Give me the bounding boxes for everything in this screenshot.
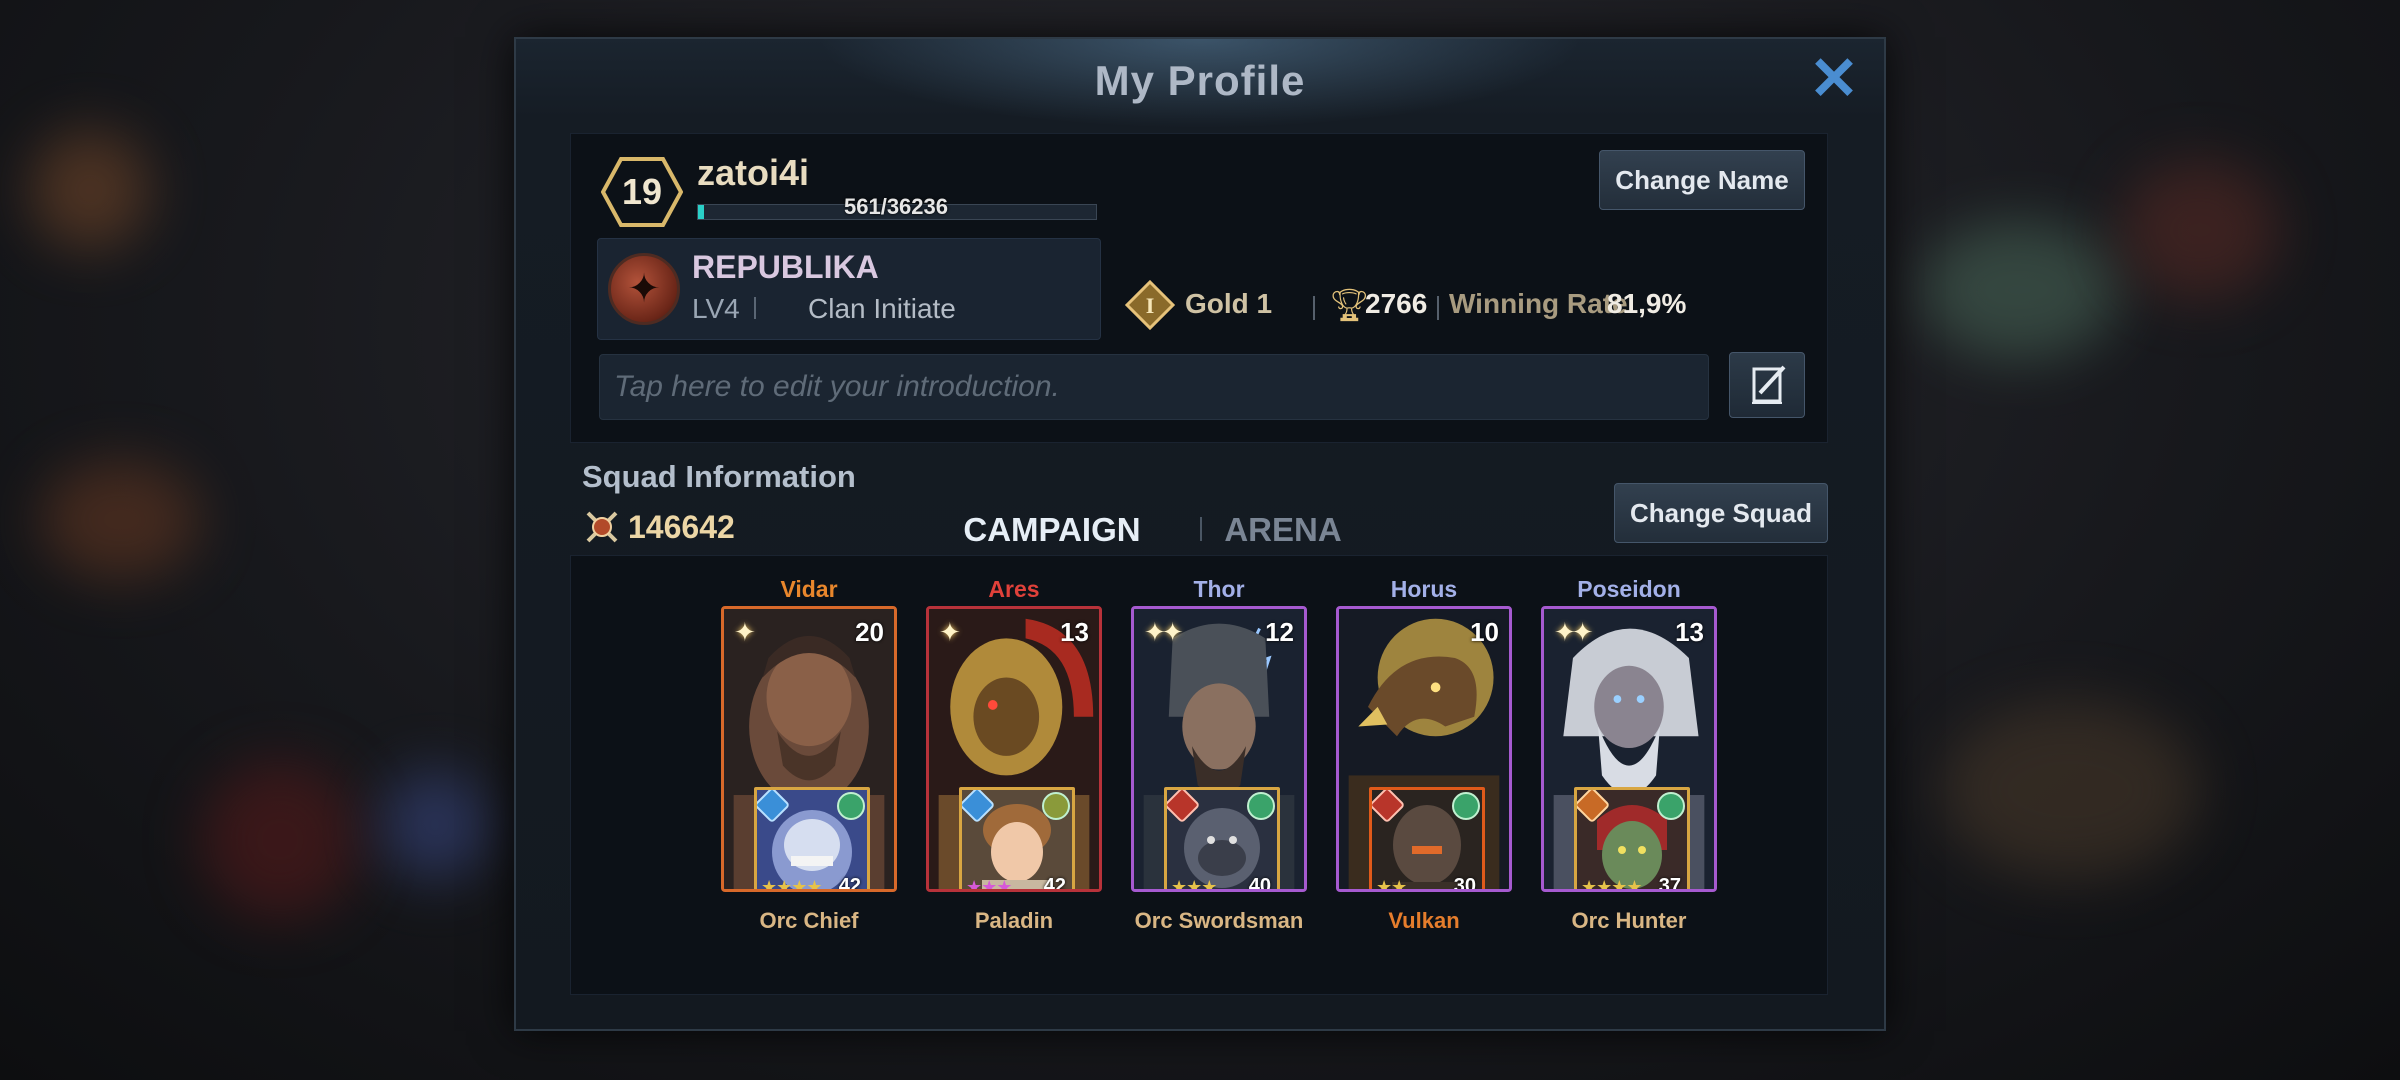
change-squad-button[interactable]: Change Squad <box>1614 483 1828 543</box>
hero-slot: Poseidon ✦✦ 13 ★★★★ 37 Orc Hunter <box>1541 576 1717 986</box>
unit-level: 40 <box>1248 875 1271 892</box>
winning-rate-label: Winning Rate <box>1449 288 1628 319</box>
hero-stars: ✦✦ <box>1554 617 1594 647</box>
clan-level: LV4 <box>692 293 740 324</box>
hero-level: 20 <box>855 617 884 647</box>
player-name: zatoi4i <box>697 152 810 193</box>
hero-card[interactable]: ✦ 20 ★★★★ 42 <box>721 606 897 892</box>
divider <box>1200 517 1202 541</box>
unit-element-icon <box>1452 792 1480 820</box>
hero-slot: Horus 10 ★★ 30 Vulkan <box>1336 576 1512 986</box>
unit-stars: ★★★★ <box>761 877 823 892</box>
bg-blur-spot <box>2120 160 2280 300</box>
unit-stars: ★★★ <box>1171 877 1217 892</box>
unit-stars: ★★★★ <box>1581 877 1643 892</box>
unit-portrait[interactable]: ★★★ 40 <box>1164 787 1280 892</box>
hero-card[interactable]: ✦✦ 12 ★★★ 40 <box>1131 606 1307 892</box>
hero-stars: ✦ <box>734 617 756 647</box>
unit-name: Paladin <box>974 908 1054 933</box>
hero-slot: Ares ✦ 13 ★★★ 42 Paladin <box>926 576 1102 986</box>
unit-element-icon <box>1042 792 1070 820</box>
edit-introduction-button[interactable] <box>1729 352 1805 418</box>
player-level-badge: 19 <box>601 156 683 228</box>
unit-stars: ★★★ <box>966 877 1012 892</box>
unit-name: Orc Swordsman <box>1134 908 1304 933</box>
hero-name: Poseidon <box>1577 576 1681 602</box>
bg-blur-spot <box>1940 700 2200 880</box>
change-name-button[interactable]: Change Name <box>1599 150 1805 210</box>
rank-tier: Gold 1 <box>1185 288 1273 319</box>
profile-dialog: My Profile ✕ 19 zatoi4i 561/36236 Change… <box>514 37 1886 1031</box>
hero-level: 13 <box>1675 617 1704 647</box>
unit-element-icon <box>837 792 865 820</box>
combat-power-icon <box>586 511 618 543</box>
edit-icon <box>1752 365 1786 404</box>
squad-panel: Vidar ✦ 20 ★★★★ 42 Orc Chief Ares ✦ 13 ★… <box>570 555 1828 995</box>
squad-info-title: Squad Information <box>582 459 856 494</box>
svg-text:I: I <box>1146 293 1155 318</box>
player-level: 19 <box>621 171 663 212</box>
unit-portrait[interactable]: ★★★ 42 <box>959 787 1075 892</box>
unit-level: 42 <box>1043 875 1066 892</box>
bg-blur-spot <box>380 770 490 880</box>
unit-stars: ★★ <box>1376 877 1407 892</box>
hero-level: 10 <box>1470 617 1499 647</box>
clan-info[interactable]: REPUBLIKA LV4 Clan Initiate <box>597 238 1101 340</box>
divider <box>754 297 756 319</box>
winning-rate-value: 81,9% <box>1607 288 1687 319</box>
profile-panel: 19 zatoi4i 561/36236 Change Name REPUBLI… <box>570 133 1828 443</box>
hero-stars: ✦✦ <box>1144 617 1184 647</box>
bg-blur-spot <box>40 460 200 580</box>
introduction-field[interactable]: Tap here to edit your introduction. <box>599 354 1709 420</box>
unit-name: Orc Hunter <box>1571 908 1687 933</box>
tab-arena[interactable]: ARENA <box>1208 501 1358 561</box>
hero-name: Horus <box>1390 576 1458 602</box>
bg-blur-spot <box>1920 220 2120 360</box>
unit-name: Orc Chief <box>759 908 859 933</box>
hero-stars: ✦ <box>939 617 961 647</box>
unit-portrait[interactable]: ★★★★ 37 <box>1574 787 1690 892</box>
divider <box>1313 296 1315 320</box>
unit-level: 37 <box>1658 875 1681 892</box>
hero-card[interactable]: ✦✦ 13 ★★★★ 37 <box>1541 606 1717 892</box>
dialog-title: My Profile <box>1094 57 1306 104</box>
unit-level: 42 <box>838 875 861 892</box>
clan-name: REPUBLIKA <box>692 249 879 285</box>
trophy-icon: 🏆︎ <box>1329 287 1370 323</box>
combat-power: 146642 <box>628 509 735 545</box>
clan-emblem-icon <box>608 253 680 325</box>
hero-level: 12 <box>1265 617 1294 647</box>
hero-card[interactable]: 10 ★★ 30 <box>1336 606 1512 892</box>
gold-rank-icon: I <box>1125 280 1175 330</box>
hero-name: Ares <box>988 576 1040 602</box>
divider <box>1437 296 1439 320</box>
unit-portrait[interactable]: ★★★★ 42 <box>754 787 870 892</box>
unit-level: 30 <box>1453 875 1476 892</box>
hero-slot: Thor ✦✦ 12 ★★★ 40 Orc Swordsman <box>1131 576 1307 986</box>
hero-name: Vidar <box>780 576 838 602</box>
bg-blur-spot <box>30 130 150 250</box>
hero-card[interactable]: ✦ 13 ★★★ 42 <box>926 606 1102 892</box>
trophy-count: 2766 <box>1365 288 1428 319</box>
close-icon[interactable]: ✕ <box>1806 49 1862 109</box>
hero-level: 13 <box>1060 617 1089 647</box>
bg-blur-spot <box>200 760 360 920</box>
clan-role: Clan Initiate <box>808 293 956 324</box>
xp-text: 561/36236 <box>844 194 948 219</box>
unit-name: Vulkan <box>1388 908 1460 933</box>
hero-slot: Vidar ✦ 20 ★★★★ 42 Orc Chief <box>721 576 897 986</box>
unit-element-icon <box>1247 792 1275 820</box>
unit-element-icon <box>1657 792 1685 820</box>
unit-portrait[interactable]: ★★ 30 <box>1369 787 1485 892</box>
hero-name: Thor <box>1193 576 1245 602</box>
